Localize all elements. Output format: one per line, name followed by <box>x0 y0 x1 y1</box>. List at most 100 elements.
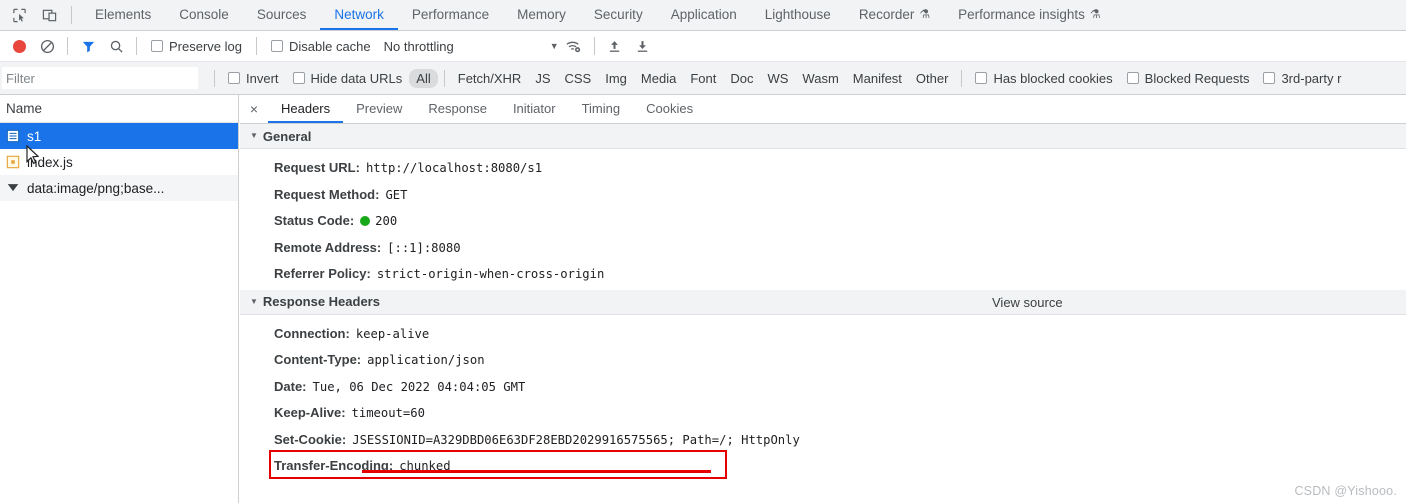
header-value: JSESSIONID=A329DBD06E63DF28EBD2029916575… <box>352 427 800 454</box>
preserve-log-label: Preserve log <box>169 39 242 54</box>
request-row-index-js[interactable]: index.js <box>0 149 238 175</box>
header-value: timeout=60 <box>352 400 425 427</box>
type-chip-font[interactable]: Font <box>683 69 723 88</box>
filter-divider <box>961 70 962 87</box>
type-chip-other[interactable]: Other <box>909 69 956 88</box>
tab-network[interactable]: Network <box>320 0 398 30</box>
has-blocked-cookies-box[interactable] <box>975 72 987 84</box>
blocked-requests-checkbox[interactable]: Blocked Requests <box>1120 71 1257 86</box>
export-har-icon[interactable] <box>630 33 656 59</box>
type-chip-media[interactable]: Media <box>634 69 683 88</box>
network-conditions-icon[interactable] <box>561 33 587 59</box>
header-row-set-cookie: Set-Cookie: JSESSIONID=A329DBD06E63DF28E… <box>240 427 1406 454</box>
response-headers-section-header[interactable]: ▼ Response Headers View source <box>240 290 1406 315</box>
preserve-log-box[interactable] <box>151 40 163 52</box>
tab-performance-insights[interactable]: Performance insights ⚗ <box>944 0 1115 30</box>
hide-data-urls-checkbox[interactable]: Hide data URLs <box>286 71 410 86</box>
tab-memory[interactable]: Memory <box>503 0 580 30</box>
has-blocked-cookies-checkbox[interactable]: Has blocked cookies <box>968 71 1119 86</box>
disable-cache-checkbox[interactable]: Disable cache <box>264 39 378 54</box>
third-party-requests-checkbox[interactable]: 3rd-party r <box>1256 71 1348 86</box>
tab-application-label: Application <box>671 7 737 22</box>
clear-button[interactable] <box>34 33 60 59</box>
tab-recorder[interactable]: Recorder ⚗ <box>845 0 944 30</box>
tab-security[interactable]: Security <box>580 0 657 30</box>
tab-headers[interactable]: Headers <box>268 95 343 123</box>
header-row-referrer-policy: Referrer Policy: strict-origin-when-cros… <box>240 261 1406 288</box>
response-header-list: Connection: keep-alive Content-Type: app… <box>240 315 1406 482</box>
type-chip-img[interactable]: Img <box>598 69 634 88</box>
experiment-flask-icon: ⚗ <box>1090 7 1101 21</box>
tab-initiator[interactable]: Initiator <box>500 95 569 123</box>
tab-console[interactable]: Console <box>165 0 243 30</box>
tab-lighthouse[interactable]: Lighthouse <box>751 0 845 30</box>
header-row-request-url: Request URL: http://localhost:8080/s1 <box>240 155 1406 182</box>
header-value: chunked <box>399 453 450 480</box>
filter-divider <box>214 70 215 87</box>
tab-sources[interactable]: Sources <box>243 0 321 30</box>
header-key: Content-Type: <box>274 347 361 374</box>
type-chip-doc[interactable]: Doc <box>723 69 760 88</box>
hide-data-urls-box[interactable] <box>293 72 305 84</box>
type-chip-fetch-xhr[interactable]: Fetch/XHR <box>451 69 529 88</box>
header-row-content-type: Content-Type: application/json <box>240 347 1406 374</box>
tab-cookies[interactable]: Cookies <box>633 95 706 123</box>
search-icon[interactable] <box>103 33 129 59</box>
throttling-value: No throttling <box>384 39 454 54</box>
has-blocked-cookies-label: Has blocked cookies <box>993 71 1112 86</box>
tab-preview[interactable]: Preview <box>343 95 415 123</box>
tab-security-label: Security <box>594 7 643 22</box>
toolbar-divider <box>136 37 137 55</box>
blocked-requests-box[interactable] <box>1127 72 1139 84</box>
request-row-label: index.js <box>27 155 73 170</box>
request-row-s1[interactable]: s1 <box>0 123 238 149</box>
devtools-window: Elements Console Sources Network Perform… <box>0 0 1406 503</box>
inspect-element-icon[interactable] <box>6 2 32 28</box>
type-chip-manifest[interactable]: Manifest <box>846 69 909 88</box>
tab-timing[interactable]: Timing <box>569 95 634 123</box>
device-toolbar-icon[interactable] <box>36 2 62 28</box>
type-chip-css[interactable]: CSS <box>558 69 599 88</box>
third-party-requests-box[interactable] <box>1263 72 1275 84</box>
network-filter-bar: Invert Hide data URLs All Fetch/XHR JS C… <box>0 62 1406 95</box>
view-source-link[interactable]: View source <box>992 290 1063 315</box>
disable-cache-label: Disable cache <box>289 39 371 54</box>
tab-recorder-label: Recorder <box>859 7 915 22</box>
close-icon[interactable]: × <box>240 95 268 123</box>
tab-application[interactable]: Application <box>657 0 751 30</box>
chevron-down-icon: ▼ <box>250 298 258 306</box>
disable-cache-box[interactable] <box>271 40 283 52</box>
image-data-icon <box>6 181 20 195</box>
tab-network-label: Network <box>334 7 384 22</box>
header-value: strict-origin-when-cross-origin <box>377 261 604 288</box>
toolbar-divider <box>594 37 595 55</box>
type-chip-wasm[interactable]: Wasm <box>795 69 845 88</box>
invert-box[interactable] <box>228 72 240 84</box>
filter-icon[interactable] <box>75 33 101 59</box>
tab-elements[interactable]: Elements <box>81 0 165 30</box>
invert-checkbox[interactable]: Invert <box>221 71 286 86</box>
throttling-dropdown[interactable]: No throttling ▼ <box>380 39 559 54</box>
tab-performance-insights-label: Performance insights <box>958 7 1085 22</box>
hide-data-urls-label: Hide data URLs <box>311 71 403 86</box>
type-chip-js[interactable]: JS <box>528 69 557 88</box>
header-key: Request Method: <box>274 182 379 209</box>
request-row-data-image[interactable]: data:image/png;base... <box>0 175 238 201</box>
filter-input[interactable] <box>2 67 198 89</box>
tab-response[interactable]: Response <box>415 95 500 123</box>
header-key: Set-Cookie: <box>274 427 346 454</box>
general-section-header[interactable]: ▼ General <box>240 124 1406 149</box>
type-chip-ws[interactable]: WS <box>760 69 795 88</box>
tab-performance[interactable]: Performance <box>398 0 503 30</box>
header-value: http://localhost:8080/s1 <box>366 155 542 182</box>
chevron-down-icon: ▼ <box>250 132 258 140</box>
import-har-icon[interactable] <box>602 33 628 59</box>
tab-memory-label: Memory <box>517 7 566 22</box>
header-value: [::1]:8080 <box>387 235 460 262</box>
type-chip-all[interactable]: All <box>409 69 437 88</box>
record-button[interactable] <box>6 33 32 59</box>
request-detail-panel: × Headers Preview Response Initiator Tim… <box>240 95 1406 503</box>
header-value: GET <box>385 182 407 209</box>
preserve-log-checkbox[interactable]: Preserve log <box>144 39 249 54</box>
document-icon <box>6 129 20 143</box>
